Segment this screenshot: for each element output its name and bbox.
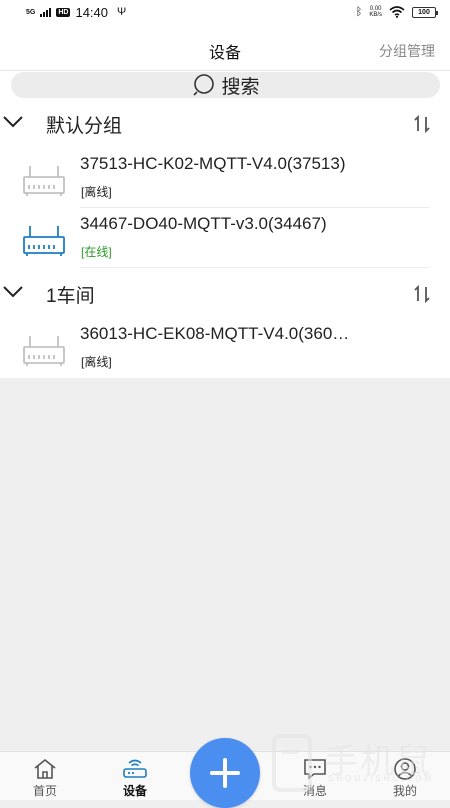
add-device-button[interactable] [190, 738, 260, 808]
watermark: 手机鼠 SHOUJISHU.COM [266, 730, 450, 800]
router-offline-icon [23, 166, 65, 196]
nav-devices[interactable]: 设备 [110, 757, 160, 801]
status-bar: 5G HD 14:40 Ψ ᛒ 0.00 KB/s 100 [0, 0, 450, 24]
nav-label: 首页 [32, 784, 57, 798]
app-header: 设备 分组管理 [0, 34, 450, 64]
device-row[interactable]: 34467-DO40-MQTT-v3.0(34467) [在线] [0, 208, 450, 268]
hd-badge: HD [56, 7, 71, 17]
group-header-workshop[interactable]: 1车间 [0, 273, 450, 313]
nav-label: 设备 [122, 784, 147, 798]
signal-icon [40, 7, 52, 17]
router-online-icon [23, 226, 65, 256]
device-name: 36013-HC-EK08-MQTT-V4.0(360… [80, 324, 350, 343]
battery-indicator: 100 [412, 6, 438, 18]
speed-unit: KB/s [369, 12, 382, 18]
device-row[interactable]: 36013-HC-EK08-MQTT-V4.0(360… [离线] [0, 318, 450, 378]
home-icon [34, 758, 56, 779]
chevron-down-icon [3, 116, 23, 128]
wifi-icon [389, 6, 405, 18]
nav-home[interactable]: 首页 [20, 757, 70, 801]
search-icon [191, 73, 217, 97]
group-name: 1车间 [46, 286, 95, 307]
status-time: 14:40 [75, 4, 109, 20]
device-name: 34467-DO40-MQTT-v3.0(34467) [80, 214, 327, 233]
network-speed: 0.00 KB/s [369, 6, 382, 18]
search-bar[interactable]: 搜索 [11, 72, 440, 98]
search-label: 搜索 [221, 76, 260, 98]
sort-icon[interactable] [412, 114, 432, 134]
row-divider [80, 267, 430, 268]
group-header-default[interactable]: 默认分组 [0, 103, 450, 143]
group-manage-button[interactable]: 分组管理 [379, 41, 435, 61]
sort-icon[interactable] [412, 284, 432, 304]
network-type: 5G [26, 8, 36, 16]
router-offline-icon [23, 336, 65, 366]
bluetooth-icon: ᛒ [355, 6, 363, 18]
device-name: 37513-HC-K02-MQTT-V4.0(37513) [80, 154, 346, 173]
group-name: 默认分组 [46, 116, 123, 137]
plus-icon [210, 758, 240, 788]
phone-watermark-icon [272, 734, 312, 792]
usb-icon: Ψ [117, 6, 127, 18]
router-icon [123, 759, 147, 778]
device-status: [离线] [81, 185, 112, 199]
watermark-sub: SHOUJISHU.COM [328, 774, 435, 783]
chevron-down-icon [3, 286, 23, 298]
device-status: [离线] [81, 355, 112, 369]
device-row[interactable]: 37513-HC-K02-MQTT-V4.0(37513) [离线] [0, 148, 450, 208]
device-status: [在线] [81, 245, 112, 259]
